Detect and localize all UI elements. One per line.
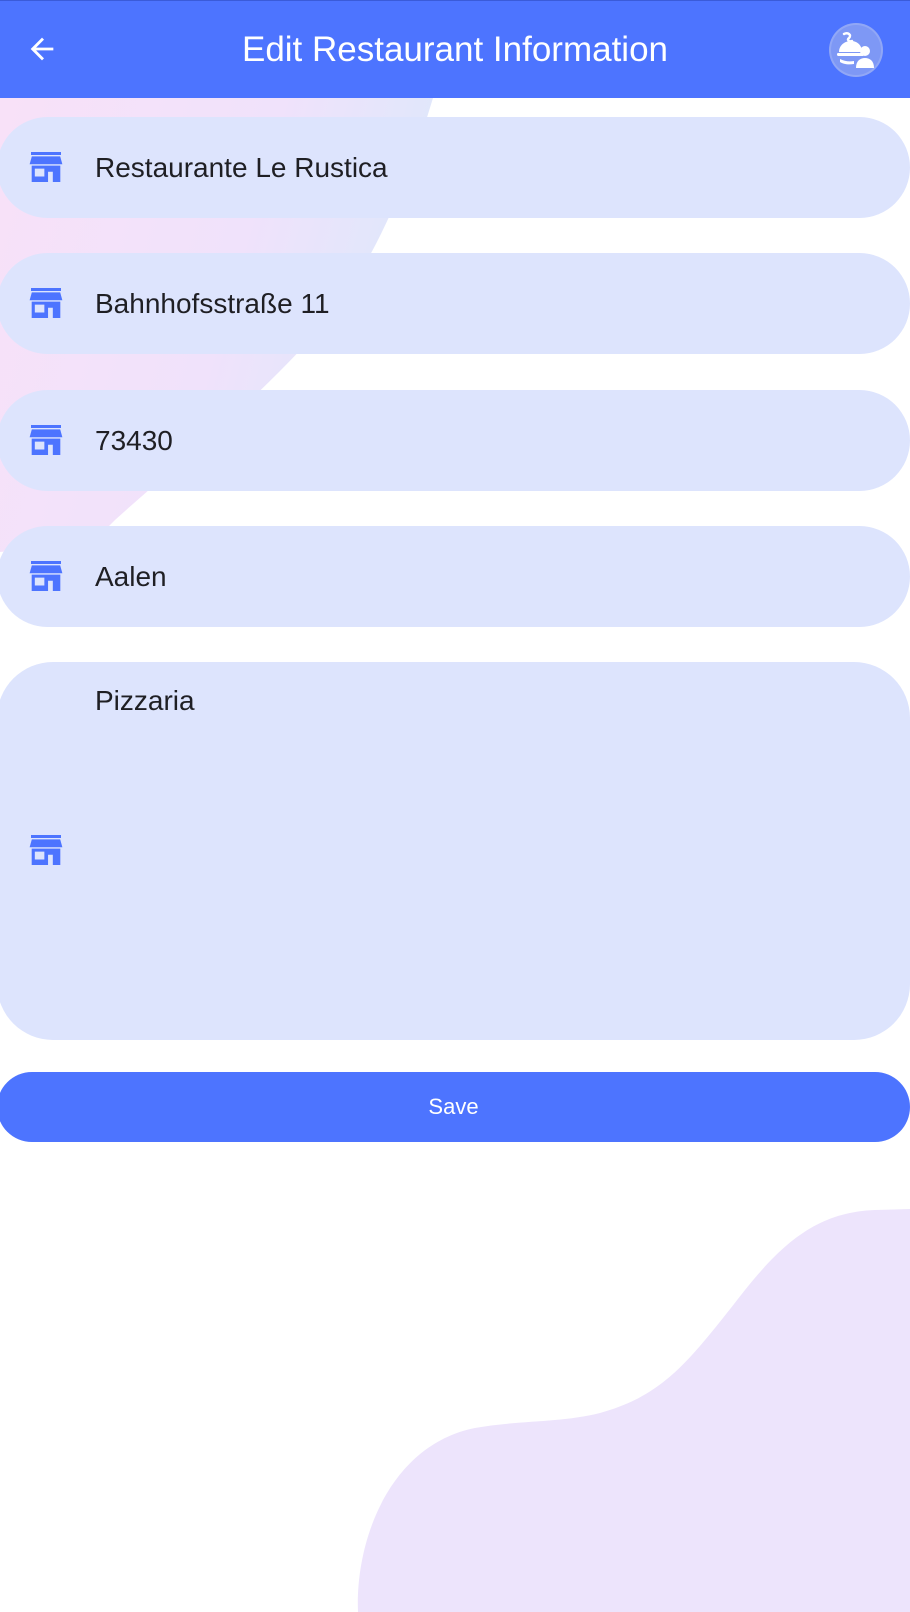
- store-icon: [29, 152, 63, 182]
- back-button[interactable]: [18, 25, 66, 73]
- app-bar: Edit Restaurant Information: [0, 0, 910, 98]
- street-address-field[interactable]: Bahnhofsstraße 11: [0, 253, 910, 354]
- store-icon: [29, 835, 63, 865]
- postal-code-value: 73430: [95, 425, 173, 456]
- avatar[interactable]: [829, 23, 883, 77]
- restaurant-name-value: Restaurante Le Rustica: [95, 152, 388, 183]
- page-title: Edit Restaurant Information: [241, 30, 669, 69]
- description-field[interactable]: Pizzaria: [0, 662, 910, 1040]
- city-value: Aalen: [95, 561, 167, 592]
- store-icon: [29, 288, 63, 318]
- postal-code-field[interactable]: 73430: [0, 390, 910, 491]
- store-icon: [29, 561, 63, 591]
- content-area: Restaurante Le Rustica Bahnhofsstraße 11…: [0, 0, 910, 1612]
- description-value: Pizzaria: [95, 685, 195, 716]
- restaurant-name-field[interactable]: Restaurante Le Rustica: [0, 117, 910, 218]
- city-field[interactable]: Aalen: [0, 526, 910, 627]
- arrow-left-icon: [30, 37, 54, 61]
- store-icon: [29, 425, 63, 455]
- restaurant-server-icon: [837, 32, 874, 68]
- save-button[interactable]: Save: [0, 1072, 910, 1142]
- street-address-value: Bahnhofsstraße 11: [95, 288, 330, 319]
